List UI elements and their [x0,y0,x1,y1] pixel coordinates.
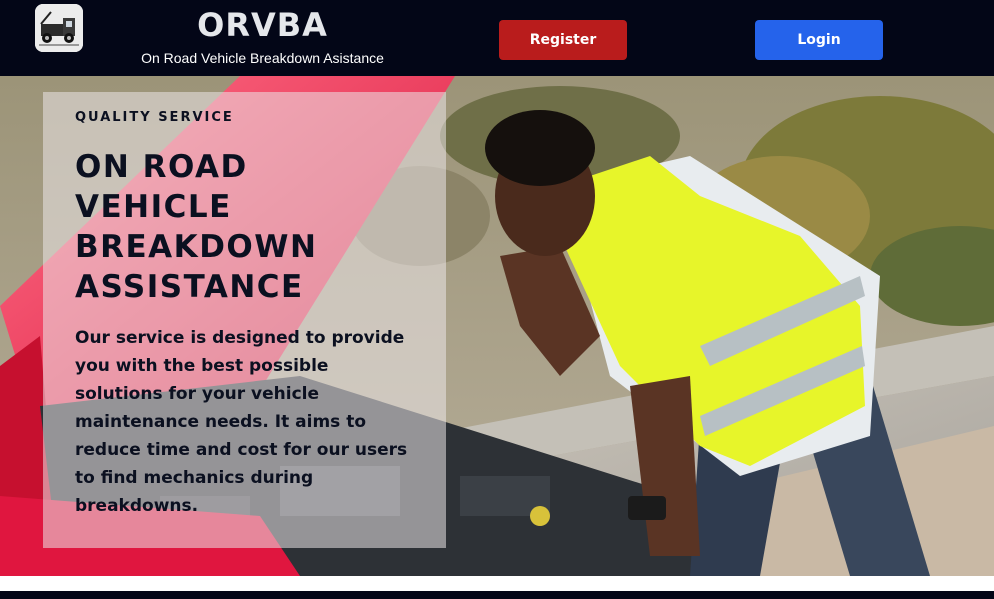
login-button[interactable]: Login [755,20,883,60]
hero-headline-line: ON ROAD [75,149,248,185]
hero-section: QUALITY SERVICE ON ROAD VEHICLE BREAKDOW… [0,76,994,576]
hero-headline-line: BREAKDOWN [75,229,318,265]
hero-text-panel: QUALITY SERVICE ON ROAD VEHICLE BREAKDOW… [43,92,446,548]
brand-subtitle: On Road Vehicle Breakdown Asistance [141,50,384,66]
hero-headline: ON ROAD VEHICLE BREAKDOWN ASSISTANCE [75,147,375,307]
section-divider [0,591,994,599]
tow-truck-icon[interactable] [35,4,83,52]
top-navbar: ORVBA On Road Vehicle Breakdown Asistanc… [0,0,994,76]
register-button[interactable]: Register [499,20,627,60]
hero-description: Our service is designed to provide you w… [75,328,408,516]
hero-headline-line: ASSISTANCE [75,269,304,305]
brand-title: ORVBA [197,6,328,44]
hero-kicker: QUALITY SERVICE [75,110,234,125]
hero-headline-line: VEHICLE [75,189,232,225]
